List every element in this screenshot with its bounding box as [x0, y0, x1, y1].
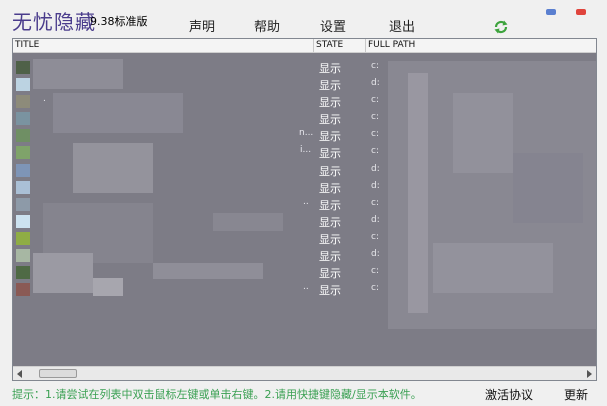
row-path: c: — [371, 266, 379, 277]
row-path: c: — [371, 197, 379, 208]
table-row[interactable]: 显示 d: — [13, 213, 596, 230]
row-path: c: — [371, 283, 379, 294]
window-icon — [16, 112, 30, 126]
window-icon — [16, 95, 30, 109]
scroll-right-icon[interactable] — [587, 370, 592, 378]
menu-declaration[interactable]: 声明 — [189, 16, 215, 35]
row-state: 显示 — [319, 62, 341, 75]
refresh-icon[interactable] — [493, 19, 509, 35]
row-state: 显示 — [319, 164, 341, 178]
row-title-tail: n... — [299, 128, 314, 139]
row-state: 显示 — [319, 232, 341, 246]
row-title-tail: i... — [300, 145, 312, 156]
list-header: TITLE STATE FULL PATH — [13, 39, 596, 53]
window-icon — [16, 129, 30, 143]
tip-text: 提示：1.请尝试在列表中双击鼠标左键或单击右键。2.请用快捷键隐藏/显示本软件。 — [12, 388, 422, 401]
table-row[interactable]: 显示 c: — [13, 110, 596, 127]
row-title-tail: . — [43, 94, 46, 105]
close-icon[interactable] — [576, 9, 586, 15]
table-row[interactable]: . 显示 c: — [13, 93, 596, 110]
row-state: 显示 — [319, 96, 341, 110]
table-row[interactable]: 显示 d: — [13, 162, 596, 179]
row-state: 显示 — [319, 198, 341, 212]
row-state: 显示 — [319, 284, 341, 298]
window-icon — [16, 197, 30, 211]
row-title-tail: .. — [303, 196, 309, 207]
window-icon — [16, 78, 30, 92]
table-row[interactable]: 显示 c: — [13, 264, 596, 281]
column-state[interactable]: STATE — [314, 39, 366, 52]
column-full-path[interactable]: FULL PATH — [366, 39, 596, 52]
row-path: d: — [371, 180, 380, 191]
table-row[interactable]: .. 显示 c: — [13, 281, 596, 298]
row-state: 显示 — [319, 267, 341, 281]
window-icon — [16, 163, 30, 177]
row-path: c: — [371, 61, 379, 71]
scroll-left-icon[interactable] — [17, 370, 22, 378]
row-state: 显示 — [319, 250, 341, 264]
table-row[interactable]: 显示 d: — [13, 76, 596, 93]
window-icon — [16, 214, 30, 228]
row-path: d: — [371, 163, 380, 174]
window-icon — [16, 231, 30, 245]
menu-settings[interactable]: 设置 — [320, 16, 346, 35]
process-list[interactable]: TITLE STATE FULL PATH 显示 c: 显示 d:. 显示 c: 显示 c: n… — [12, 38, 597, 381]
scroll-thumb[interactable] — [39, 369, 77, 378]
row-path: d: — [371, 214, 380, 225]
app-version: 9.38标准版 — [90, 15, 148, 28]
row-state: 显示 — [319, 79, 341, 93]
row-path: c: — [371, 231, 379, 242]
row-state: 显示 — [319, 181, 341, 195]
horizontal-scrollbar[interactable] — [13, 366, 596, 380]
window-icon — [16, 61, 30, 74]
column-title[interactable]: TITLE — [13, 39, 314, 52]
table-row[interactable]: i... 显示 c: — [13, 144, 596, 161]
activate-license-link[interactable]: 激活协议 — [485, 386, 533, 403]
row-path: d: — [371, 249, 380, 260]
update-link[interactable]: 更新 — [564, 386, 588, 403]
row-state: 显示 — [319, 113, 341, 127]
row-path: c: — [371, 146, 379, 157]
table-row[interactable]: 显示 c: — [13, 59, 596, 76]
menu-exit[interactable]: 退出 — [389, 16, 415, 35]
row-state: 显示 — [319, 147, 341, 161]
menu-help[interactable]: 帮助 — [254, 16, 280, 35]
minimize-icon[interactable] — [546, 9, 556, 15]
table-row[interactable]: 显示 d: — [13, 179, 596, 196]
app-title: 无忧隐藏 — [12, 10, 96, 34]
row-path: d: — [371, 78, 380, 89]
row-path: c: — [371, 129, 379, 140]
window-icon — [16, 283, 30, 297]
window-icon — [16, 180, 30, 194]
list-body[interactable]: 显示 c: 显示 d:. 显示 c: 显示 c: n... 显示 c: i... 显示 c: 显示 d: 显示 d… — [13, 53, 596, 366]
row-title-tail: .. — [303, 282, 309, 293]
row-state: 显示 — [319, 130, 341, 144]
table-row[interactable]: .. 显示 c: — [13, 196, 596, 213]
window-icon — [16, 266, 30, 280]
window-icon — [16, 249, 30, 263]
table-row[interactable]: 显示 d: — [13, 247, 596, 264]
window-icon — [16, 146, 30, 160]
row-path: c: — [371, 112, 379, 123]
table-row[interactable]: 显示 c: — [13, 230, 596, 247]
row-state: 显示 — [319, 215, 341, 229]
row-path: c: — [371, 95, 379, 106]
table-row[interactable]: n... 显示 c: — [13, 127, 596, 144]
